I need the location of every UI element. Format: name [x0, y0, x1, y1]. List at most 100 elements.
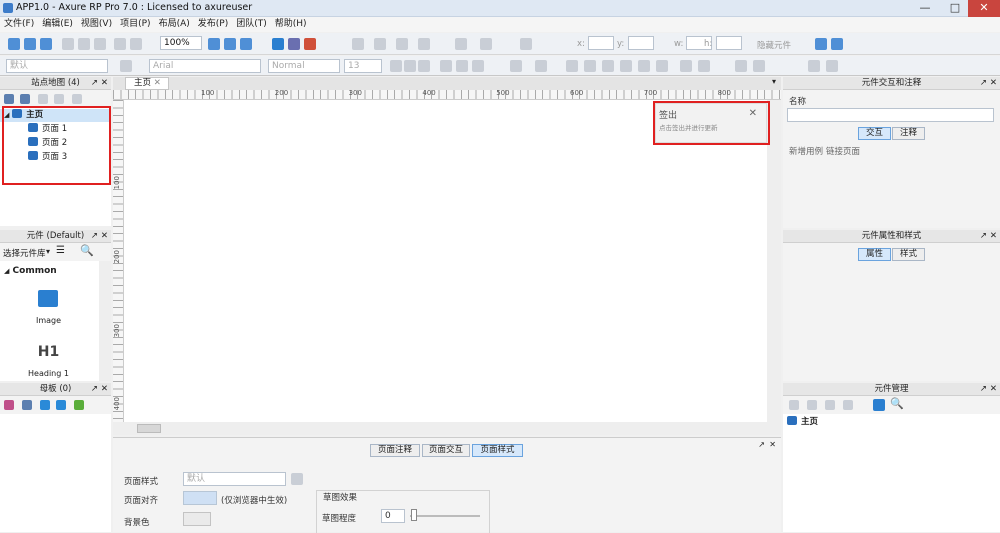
- lock-icon[interactable]: [808, 60, 820, 72]
- tab-page-interactions[interactable]: 页面交互: [422, 444, 470, 457]
- hscroll-thumb[interactable]: [137, 424, 161, 433]
- sketch-slider-handle[interactable]: [411, 509, 417, 521]
- pin-icon[interactable]: ↗: [91, 77, 98, 89]
- menu-team[interactable]: 团队(T): [232, 17, 271, 31]
- filter-icon[interactable]: [873, 399, 885, 411]
- image-widget-icon[interactable]: [38, 290, 58, 307]
- maximize-button[interactable]: □: [940, 0, 970, 17]
- h-input[interactable]: [716, 36, 742, 50]
- menu-edit[interactable]: 编辑(E): [38, 17, 77, 31]
- widget-name-input[interactable]: [787, 108, 994, 122]
- tab-menu-icon[interactable]: ▾: [772, 77, 776, 86]
- font-size-select[interactable]: 13: [344, 59, 382, 73]
- tab-interactions[interactable]: 交互: [858, 127, 891, 140]
- page-style-select[interactable]: 默认: [183, 472, 286, 486]
- delete-icon[interactable]: [843, 400, 853, 410]
- cut-icon[interactable]: [62, 38, 74, 50]
- order-icon[interactable]: [374, 38, 386, 50]
- tab-page-style[interactable]: 页面样式: [472, 444, 523, 457]
- move-down-icon[interactable]: [54, 94, 64, 104]
- x-input[interactable]: [588, 36, 614, 50]
- close-icon[interactable]: ✕: [101, 383, 108, 395]
- y-input[interactable]: [628, 36, 654, 50]
- distribute-icon[interactable]: [418, 38, 430, 50]
- redo-icon[interactable]: [130, 38, 142, 50]
- new-icon[interactable]: [8, 38, 20, 50]
- widgets-scrollbar[interactable]: [99, 261, 111, 381]
- close-icon[interactable]: ✕: [101, 230, 108, 242]
- zoom-select[interactable]: 100%: [160, 36, 202, 50]
- align-widgets-bottom-icon[interactable]: [656, 60, 668, 72]
- canvas-vscrollbar[interactable]: [767, 100, 781, 422]
- undo-icon[interactable]: [114, 38, 126, 50]
- sketch-degree-input[interactable]: 0: [381, 509, 405, 523]
- tab-style[interactable]: 样式: [892, 248, 925, 261]
- back-icon[interactable]: [753, 60, 765, 72]
- heading1-widget-label[interactable]: Heading 1: [0, 369, 97, 378]
- publish-icon[interactable]: [304, 38, 316, 50]
- move-down-icon[interactable]: [825, 400, 835, 410]
- front-icon[interactable]: [735, 60, 747, 72]
- font-select[interactable]: Arial: [149, 59, 261, 73]
- pin-icon[interactable]: ↗: [980, 230, 987, 242]
- text-color-icon[interactable]: [535, 60, 547, 72]
- menu-icon[interactable]: ☰: [56, 245, 65, 256]
- distribute-h-icon[interactable]: [680, 60, 692, 72]
- move-up-icon[interactable]: [807, 400, 817, 410]
- bg-color-picker[interactable]: [183, 512, 211, 526]
- select-mode-icon[interactable]: [208, 38, 220, 50]
- menu-publish[interactable]: 发布(P): [194, 17, 232, 31]
- tab-properties[interactable]: 属性: [858, 248, 891, 261]
- add-case-link[interactable]: 新增用例: [789, 145, 823, 157]
- close-icon[interactable]: ✕: [769, 440, 776, 449]
- minimize-button[interactable]: —: [910, 0, 940, 17]
- add-page-icon[interactable]: [4, 94, 14, 104]
- pin-icon[interactable]: ↗: [758, 440, 765, 449]
- fill-color-icon[interactable]: [455, 38, 467, 50]
- group-common[interactable]: ◢ Common: [4, 266, 57, 276]
- add-folder-icon[interactable]: [20, 94, 30, 104]
- move-down-icon[interactable]: [56, 400, 66, 410]
- align-right-icon[interactable]: [472, 60, 484, 72]
- align-widgets-left-icon[interactable]: [566, 60, 578, 72]
- align-icon[interactable]: [396, 38, 408, 50]
- search-icon[interactable]: 🔍: [890, 397, 904, 410]
- align-left-icon[interactable]: [440, 60, 452, 72]
- add-master-icon[interactable]: [4, 400, 14, 410]
- dropdown-arrow-icon[interactable]: ▾: [46, 247, 50, 256]
- align-center-icon[interactable]: [456, 60, 468, 72]
- italic-icon[interactable]: [404, 60, 416, 72]
- indent-icon[interactable]: [72, 94, 82, 104]
- indent-icon[interactable]: [74, 400, 84, 410]
- move-up-icon[interactable]: [38, 94, 48, 104]
- line-color-icon[interactable]: [480, 38, 492, 50]
- search-icon[interactable]: 🔍: [80, 244, 94, 257]
- menu-view[interactable]: 视图(V): [77, 17, 116, 31]
- heading1-widget-icon[interactable]: H1: [0, 344, 97, 360]
- manager-item-home[interactable]: 主页: [787, 416, 818, 429]
- link-icon[interactable]: [510, 60, 522, 72]
- hide-widget-label[interactable]: 隐藏元件: [757, 39, 791, 51]
- login-icon[interactable]: [815, 38, 827, 50]
- sketch-slider[interactable]: [410, 515, 480, 517]
- style-edit-icon[interactable]: [291, 473, 303, 485]
- menu-file[interactable]: 文件(F): [0, 17, 38, 31]
- design-canvas[interactable]: [124, 100, 767, 422]
- align-widgets-right-icon[interactable]: [602, 60, 614, 72]
- distribute-v-icon[interactable]: [698, 60, 710, 72]
- image-widget-label[interactable]: Image: [0, 316, 97, 325]
- save-icon[interactable]: [40, 38, 52, 50]
- pin-icon[interactable]: ↗: [91, 383, 98, 395]
- add-folder-icon[interactable]: [22, 400, 32, 410]
- open-icon[interactable]: [24, 38, 36, 50]
- select-contained-icon[interactable]: [224, 38, 236, 50]
- close-icon[interactable]: ✕: [990, 77, 997, 89]
- menu-layout[interactable]: 布局(A): [155, 17, 194, 31]
- page-align-buttons[interactable]: [183, 491, 217, 505]
- share-icon[interactable]: [288, 38, 300, 50]
- link-page-link[interactable]: 链接页面: [826, 145, 860, 157]
- checkout-icon[interactable]: [831, 38, 843, 50]
- preview-icon[interactable]: [272, 38, 284, 50]
- style-edit-icon[interactable]: [120, 60, 132, 72]
- weight-select[interactable]: Normal: [268, 59, 340, 73]
